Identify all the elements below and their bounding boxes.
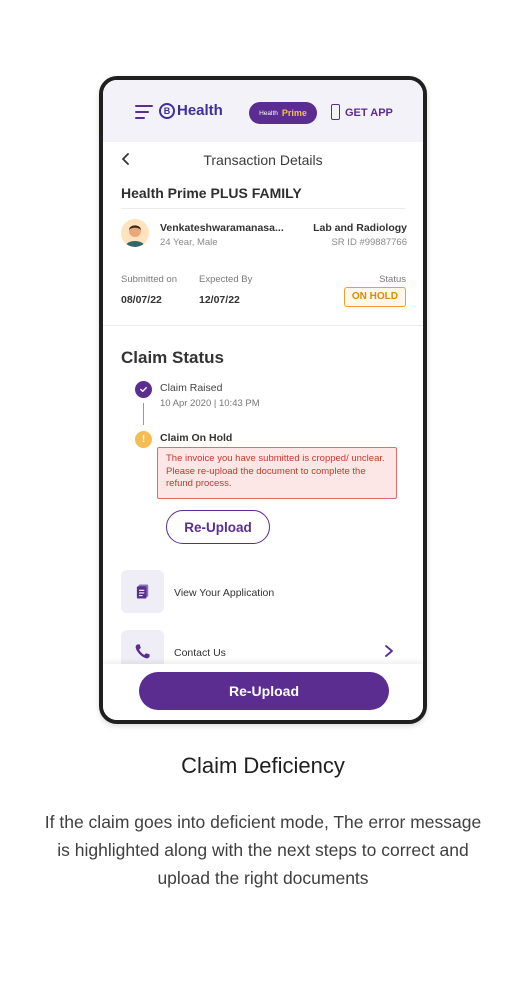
mobile-phone-icon [331, 104, 340, 120]
contact-us-link[interactable]: Contact Us [174, 647, 226, 659]
check-icon [135, 381, 152, 398]
bottom-action-bar: Re-Upload [103, 664, 423, 720]
step-claim-raised-time: 10 Apr 2020 | 10:43 PM [160, 398, 260, 409]
divider [121, 208, 405, 209]
phone-frame: B Health Health Prime GET APP Transactio… [99, 76, 427, 724]
status-label: Status [379, 274, 406, 285]
logo-mark: B [159, 102, 175, 119]
error-message: The invoice you have submitted is croppe… [157, 447, 397, 499]
plan-name: Health Prime PLUS FAMILY [121, 185, 302, 201]
patient-age-gender: 24 Year, Male [160, 237, 218, 248]
expected-label: Expected By [199, 274, 253, 285]
chevron-right-icon[interactable] [383, 644, 395, 658]
brand-logo[interactable]: B Health [159, 102, 223, 119]
view-application-link[interactable]: View Your Application [174, 587, 274, 599]
reupload-button[interactable]: Re-Upload [166, 510, 270, 544]
step-claim-raised: Claim Raised [160, 382, 223, 394]
warning-icon: ! [135, 431, 152, 448]
timeline-connector [143, 403, 144, 425]
submitted-date: 08/07/22 [121, 294, 162, 306]
step-claim-on-hold: Claim On Hold [160, 432, 233, 444]
get-app-link[interactable]: GET APP [345, 107, 393, 119]
service-request-id: SR ID #99887766 [331, 237, 407, 248]
submitted-label: Submitted on [121, 274, 177, 285]
document-icon[interactable] [121, 570, 164, 613]
prime-badge-health: Health [259, 109, 278, 117]
patient-name: Venkateshwaramanasa... [160, 222, 284, 234]
divider [103, 325, 423, 326]
caption-description: If the claim goes into deficient mode, T… [44, 812, 482, 888]
hamburger-menu-icon[interactable] [135, 105, 153, 119]
avatar-illustration-icon [121, 219, 149, 247]
app-header: B Health Health Prime GET APP [103, 80, 423, 142]
reupload-primary-button[interactable]: Re-Upload [139, 672, 389, 710]
avatar [121, 219, 149, 247]
health-prime-badge[interactable]: Health Prime [249, 102, 317, 124]
prime-badge-prime: Prime [281, 108, 307, 118]
logo-text: Health [177, 102, 223, 119]
expected-date: 12/07/22 [199, 294, 240, 306]
caption-title: Claim Deficiency [181, 753, 345, 778]
status-badge: ON HOLD [343, 287, 406, 307]
page-title: Transaction Details [203, 152, 323, 168]
claim-status-heading: Claim Status [121, 348, 224, 367]
service-type: Lab and Radiology [313, 222, 407, 234]
